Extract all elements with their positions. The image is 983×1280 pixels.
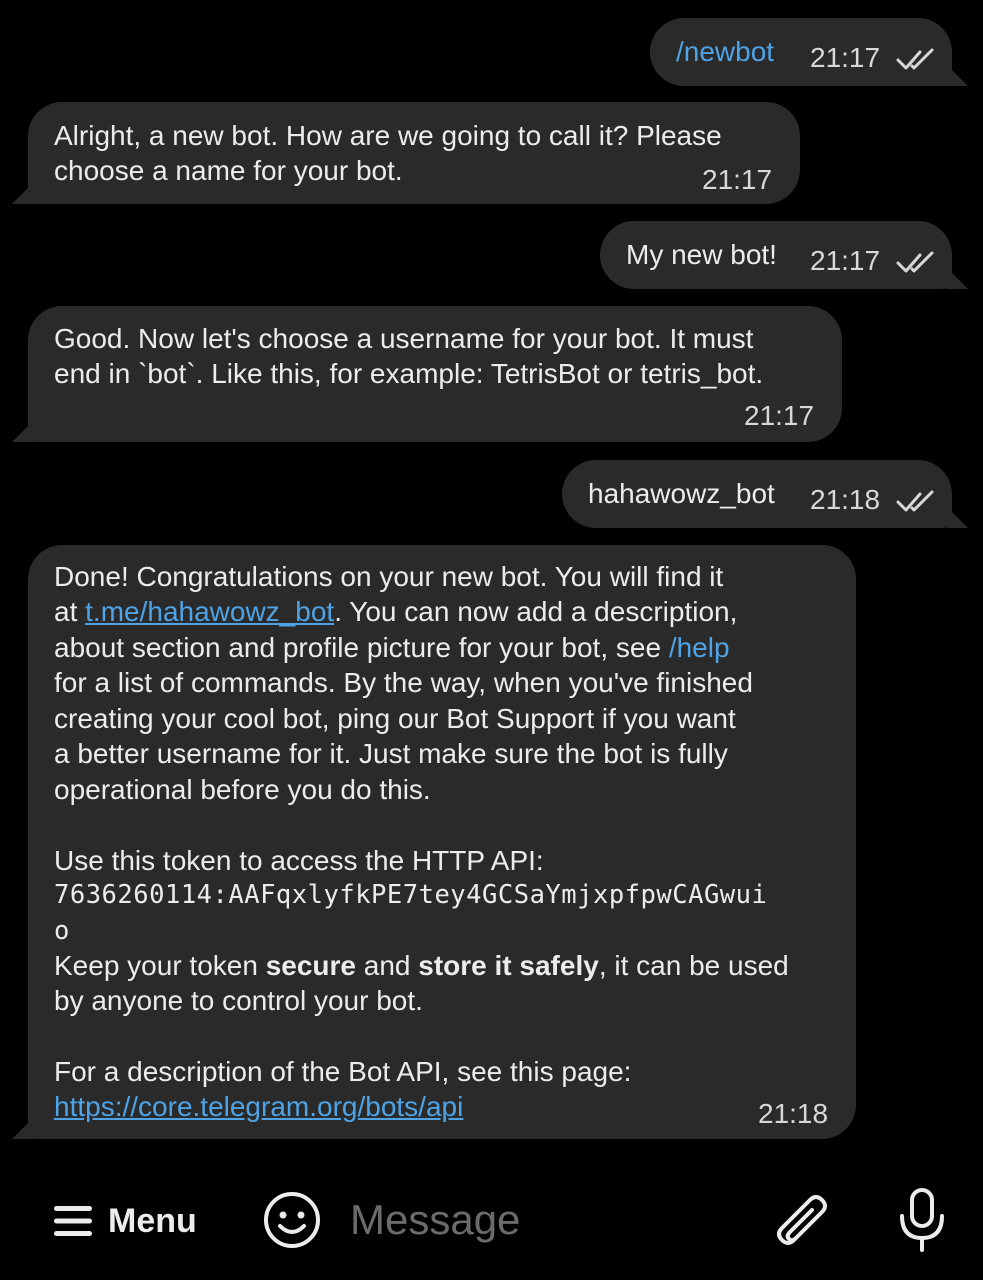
message-line: Alright, a new bot. How are we going to … (54, 120, 722, 151)
message-line: a better username for it. Just make sure… (54, 738, 728, 769)
text-segment: at (54, 596, 86, 627)
message-line: operational before you do this. (54, 774, 431, 805)
message-text: hahawowz_bot (588, 478, 775, 509)
message-time: 21:17 (810, 42, 881, 73)
bubble-tail (946, 506, 968, 528)
outgoing-message: My new bot! 21:17 (600, 221, 968, 289)
bold-segment: secure (265, 950, 356, 981)
bold-segment: store it safely (418, 950, 599, 981)
message-line: at t.me/hahawowz_bot. You can now add a … (54, 594, 737, 629)
text-segment: and (356, 950, 419, 981)
double-check-icon (896, 48, 934, 70)
incoming-message: Good. Now let's choose a username for yo… (12, 306, 842, 442)
menu-button[interactable]: Menu (52, 1196, 197, 1246)
message-line: about section and profile picture for yo… (54, 630, 730, 665)
api-token-continued[interactable]: o (54, 914, 70, 949)
emoji-icon[interactable] (262, 1190, 322, 1250)
double-check-icon (896, 490, 934, 512)
bubble-tail (946, 64, 968, 86)
message-line: Use this token to access the HTTP API: (54, 845, 544, 876)
message-time: 21:18 (810, 484, 881, 515)
bubble-tail (12, 420, 34, 442)
api-docs-link[interactable]: https://core.telegram.org/bots/api (54, 1089, 463, 1124)
message-text[interactable]: /newbot (676, 34, 774, 69)
text-segment: Keep your token (54, 950, 266, 981)
menu-label: Menu (108, 1201, 197, 1240)
message-line: for a list of commands. By the way, when… (54, 667, 753, 698)
message-time: 21:17 (744, 400, 815, 431)
message-composer-bar: Menu (0, 1160, 983, 1280)
message-line: end in `bot`. Like this, for example: Te… (54, 358, 764, 389)
message-line: choose a name for your bot. (54, 155, 403, 186)
bubble-tail (946, 267, 968, 289)
text-segment: , it can be used (598, 950, 789, 981)
help-command-link[interactable]: /help (669, 632, 730, 663)
chat-area: /newbot 21:17 Alright, a new bot. How ar… (0, 0, 983, 1160)
outgoing-message: hahawowz_bot 21:18 (562, 460, 968, 528)
message-time: 21:17 (810, 245, 881, 276)
message-line: For a description of the Bot API, see th… (54, 1056, 632, 1087)
bot-link[interactable]: t.me/hahawowz_bot (85, 596, 334, 627)
bubble-tail (12, 182, 34, 204)
message-time: 21:18 (758, 1098, 829, 1129)
incoming-message: Done! Congratulations on your new bot. Y… (12, 545, 856, 1139)
text-segment: about section and profile picture for yo… (54, 632, 669, 663)
message-line: by anyone to control your bot. (54, 985, 423, 1016)
api-token[interactable]: 7636260114:AAFqxlyfkPE7tey4GCSaYmjxpfpwC… (54, 878, 767, 913)
hamburger-icon (54, 1206, 92, 1236)
paperclip-icon[interactable] (772, 1186, 832, 1254)
outgoing-message[interactable]: /newbot 21:17 (650, 18, 968, 86)
message-line: Good. Now let's choose a username for yo… (54, 323, 754, 354)
text-segment: . You can now add a description, (334, 596, 738, 627)
message-line: Keep your token secure and store it safe… (54, 948, 789, 983)
message-line: Done! Congratulations on your new bot. Y… (54, 561, 724, 592)
microphone-icon[interactable] (896, 1186, 948, 1256)
message-line: creating your cool bot, ping our Bot Sup… (54, 703, 736, 734)
bubble-tail (12, 1117, 34, 1139)
message-input[interactable] (350, 1192, 750, 1248)
message-time: 21:17 (702, 164, 773, 195)
double-check-icon (896, 251, 934, 273)
message-text: My new bot! (626, 239, 777, 270)
incoming-message: Alright, a new bot. How are we going to … (12, 102, 800, 204)
